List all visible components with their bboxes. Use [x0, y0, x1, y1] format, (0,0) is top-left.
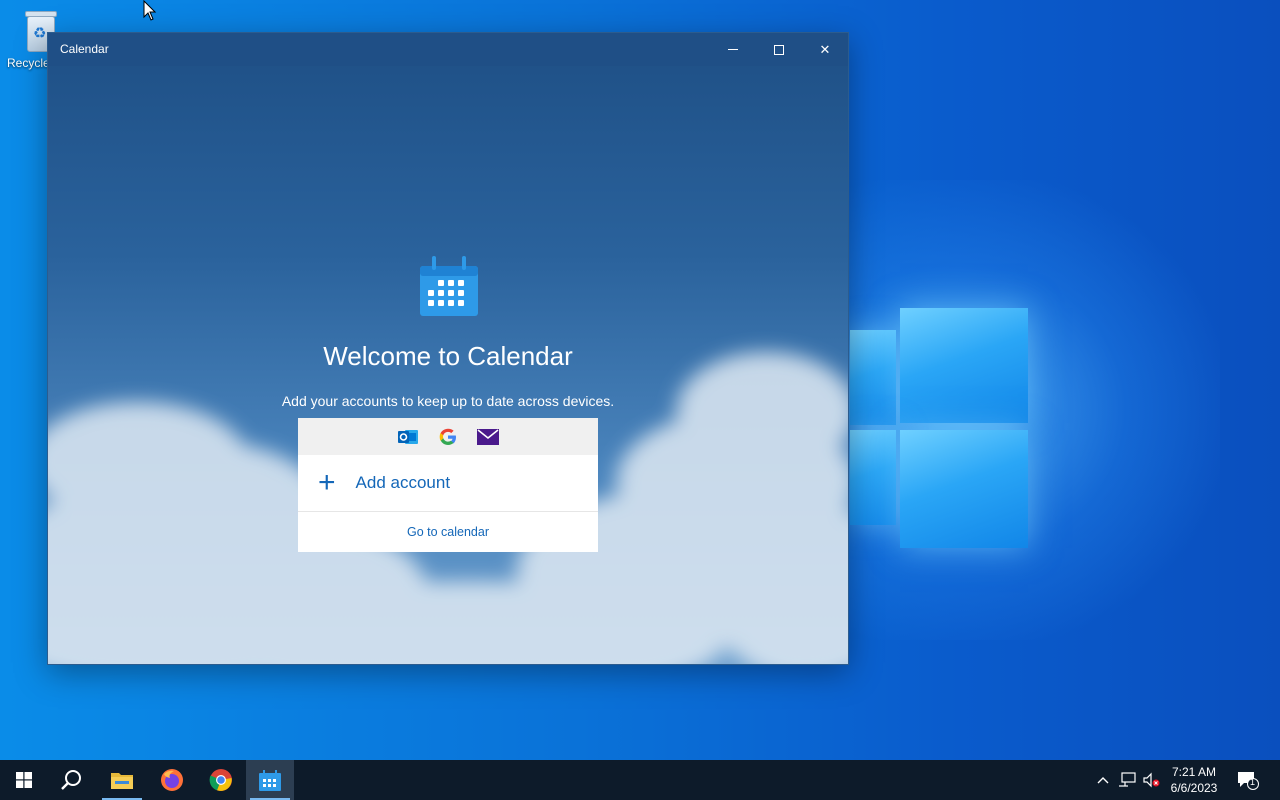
file-explorer-button[interactable]	[98, 760, 146, 800]
add-account-button[interactable]: + Add account	[298, 455, 598, 512]
clock-time: 7:21 AM	[1171, 765, 1217, 779]
volume-muted-icon	[1143, 772, 1160, 788]
welcome-heading: Welcome to Calendar	[323, 341, 573, 371]
windows-logo-wallpaper	[850, 308, 1030, 548]
calendar-app-icon	[420, 256, 478, 316]
chrome-button[interactable]	[197, 760, 245, 800]
clock[interactable]: 7:21 AM 6/6/2023	[1164, 764, 1224, 796]
maximize-icon	[774, 44, 784, 55]
chevron-up-icon	[1097, 777, 1109, 784]
search-button[interactable]	[48, 760, 96, 800]
minimize-icon	[728, 49, 738, 50]
clock-date: 6/6/2023	[1170, 781, 1218, 795]
notification-icon	[1238, 772, 1259, 790]
close-button[interactable]: ✕	[802, 33, 848, 66]
show-hidden-icons-button[interactable]	[1094, 760, 1112, 800]
welcome-content: Welcome to Calendar Add your accounts to…	[48, 66, 848, 664]
notification-count: 1	[1250, 777, 1256, 787]
account-panel: + Add account Go to calendar	[298, 418, 598, 552]
logo-pane	[900, 308, 1028, 423]
title-bar[interactable]: Calendar ✕	[48, 33, 848, 66]
start-button[interactable]	[0, 760, 48, 800]
calendar-icon	[259, 770, 281, 791]
google-icon	[437, 426, 459, 448]
chrome-icon	[209, 769, 232, 791]
firefox-icon	[161, 769, 183, 791]
start-icon	[16, 772, 32, 788]
network-icon	[1119, 772, 1136, 787]
action-center-button[interactable]: 1	[1232, 760, 1264, 800]
go-to-calendar-link[interactable]: Go to calendar	[298, 512, 598, 551]
minimize-button[interactable]	[710, 33, 756, 66]
mouse-cursor-icon	[143, 0, 157, 21]
window-title: Calendar	[60, 42, 109, 56]
plus-icon: +	[318, 466, 336, 499]
calendar-window: Calendar ✕ Welcome to Calendar Add your …	[47, 32, 849, 665]
logo-pane	[850, 430, 896, 525]
search-icon	[61, 770, 81, 790]
maximize-button[interactable]	[756, 33, 802, 66]
mail-icon	[477, 426, 499, 448]
go-to-calendar-label: Go to calendar	[407, 524, 489, 539]
logo-pane	[850, 330, 896, 425]
volume-button[interactable]	[1140, 760, 1162, 800]
file-explorer-icon	[111, 773, 133, 789]
welcome-subtitle: Add your accounts to keep up to date acr…	[281, 393, 615, 409]
logo-pane	[900, 430, 1028, 548]
network-button[interactable]	[1116, 760, 1138, 800]
provider-icons-row	[298, 418, 598, 455]
taskbar: 7:21 AM 6/6/2023 1	[0, 760, 1280, 800]
close-icon: ✕	[819, 41, 831, 57]
firefox-button[interactable]	[148, 760, 196, 800]
calendar-taskbar-button[interactable]	[246, 760, 294, 800]
add-account-label: Add account	[355, 473, 451, 492]
outlook-icon	[397, 426, 419, 448]
